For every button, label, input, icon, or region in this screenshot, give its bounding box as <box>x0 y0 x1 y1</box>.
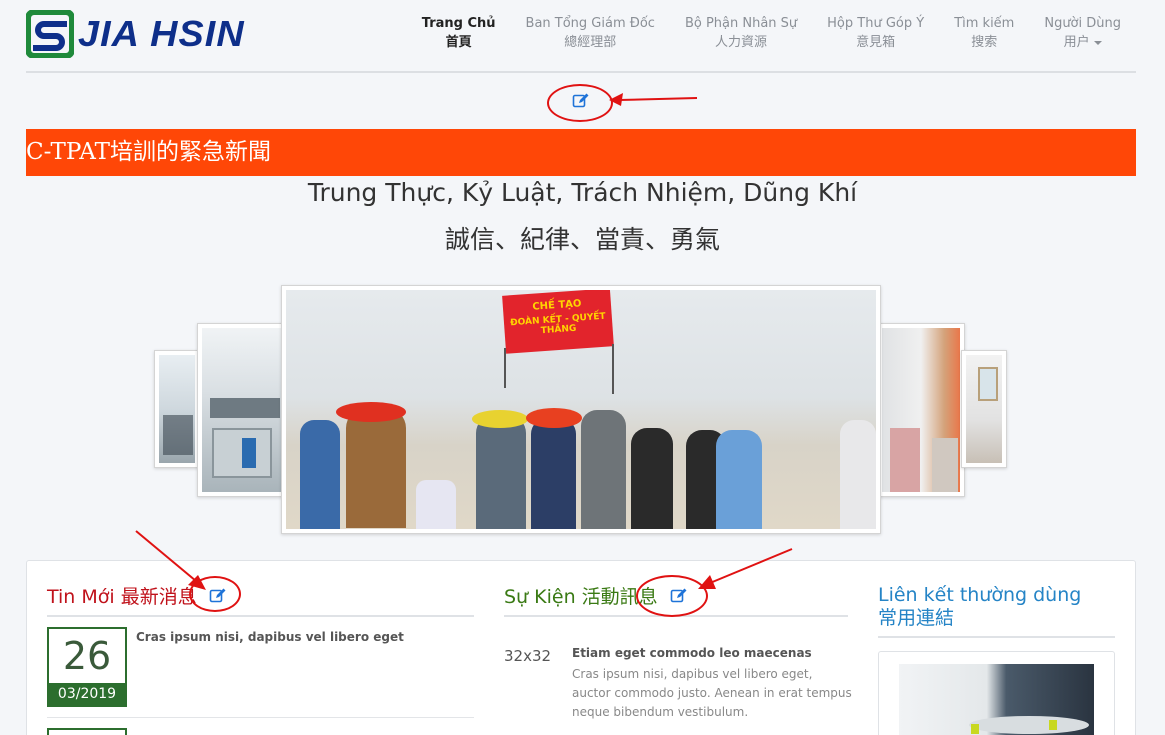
nav-label: Người Dùng <box>1044 16 1121 31</box>
news-day: 26 <box>62 634 112 678</box>
urgent-news-banner[interactable]: C-TPAT培訓的緊急新聞 <box>26 129 1136 176</box>
event-thumbnail: 32x32 <box>504 647 552 665</box>
carousel-slide[interactable] <box>877 323 965 497</box>
nav-label-zh: 首頁 <box>445 35 472 50</box>
nav-label-zh: 用户 <box>1063 35 1090 50</box>
event-item-body: Cras ipsum nisi, dapibus vel libero eget… <box>572 667 852 719</box>
meeting-room-image <box>899 664 1094 735</box>
jia-hsin-logo-icon <box>26 10 74 58</box>
news-item-title[interactable]: Cras ipsum nisi, dapibus vel libero eget <box>136 630 404 644</box>
nav-item-search[interactable]: Tìm kiếm 搜索 <box>939 14 1029 52</box>
motto-chinese: 誠信、紀律、當責、勇氣 <box>444 225 720 254</box>
main-nav: Trang Chủ 首頁 Ban Tổng Giám Đốc 總經理部 Bộ P… <box>407 14 1136 52</box>
links-title-text: Liên kết thường dùng <box>878 584 1082 606</box>
annotation-arrow-icon <box>609 93 698 106</box>
navbar: JIA HSIN Trang Chủ 首頁 Ban Tổng Giám Đốc … <box>26 0 1136 73</box>
photo-carousel[interactable]: CHẾ TẠO ĐOÀN KẾT - QUYẾT THẮNG <box>0 285 1165 537</box>
news-section-title: Tin Mới 最新消息 <box>47 582 474 617</box>
flag-text: ĐOÀN KẾT - QUYẾT THẮNG <box>509 311 606 337</box>
nav-label: Hộp Thư Góp Ý <box>827 16 925 31</box>
news-date-box <box>47 728 127 735</box>
links-section-title: Liên kết thường dùng 常用連結 <box>878 584 1115 638</box>
nav-item-user-dropdown[interactable]: Người Dùng 用户 <box>1029 14 1136 52</box>
carousel-slide[interactable] <box>961 350 1007 468</box>
nav-item-home[interactable]: Trang Chủ 首頁 <box>407 14 511 52</box>
nav-label: Tìm kiếm <box>954 16 1015 31</box>
nav-label: Ban Tổng Giám Đốc <box>525 16 655 31</box>
nav-label-zh: 意見箱 <box>856 35 896 50</box>
event-item-title[interactable]: Etiam eget commodo leo maecenas <box>572 646 812 660</box>
news-date-box: 26 03/2019 <box>47 627 127 707</box>
caret-down-icon <box>1093 40 1102 45</box>
site-logo[interactable]: JIA HSIN <box>26 10 244 58</box>
motto-vietnamese: Trung Thực, Kỷ Luật, Trách Nhiệm, Dũng K… <box>307 178 858 207</box>
nav-label-zh: 總經理部 <box>564 35 617 50</box>
nav-label: Trang Chủ <box>421 16 496 31</box>
nav-item-hr[interactable]: Bộ Phận Nhân Sự 人力資源 <box>670 14 812 52</box>
carousel-slide[interactable] <box>197 323 287 497</box>
carousel-slide[interactable] <box>154 350 200 468</box>
edit-icon[interactable] <box>670 587 688 605</box>
nav-item-management[interactable]: Ban Tổng Giám Đốc 總經理部 <box>511 14 670 52</box>
annotation-arrow-icon <box>135 530 206 590</box>
nav-label-zh: 搜索 <box>971 35 998 50</box>
nav-item-suggestion-box[interactable]: Hộp Thư Góp Ý 意見箱 <box>812 14 939 52</box>
link-card[interactable] <box>878 651 1115 735</box>
links-title-text-zh: 常用連結 <box>878 607 955 629</box>
edit-icon[interactable] <box>572 92 590 110</box>
nav-label-zh: 人力資源 <box>715 35 768 50</box>
annotation-arrow-icon <box>698 548 793 589</box>
divider <box>47 717 474 718</box>
carousel-slide-active[interactable]: CHẾ TẠO ĐOÀN KẾT - QUYẾT THẮNG <box>281 285 881 534</box>
events-title-text: Sự Kiện 活動訊息 <box>504 586 658 608</box>
news-month-year: 03/2019 <box>49 683 125 705</box>
nav-label: Bộ Phận Nhân Sự <box>684 16 798 31</box>
logo-text: JIA HSIN <box>78 13 245 54</box>
